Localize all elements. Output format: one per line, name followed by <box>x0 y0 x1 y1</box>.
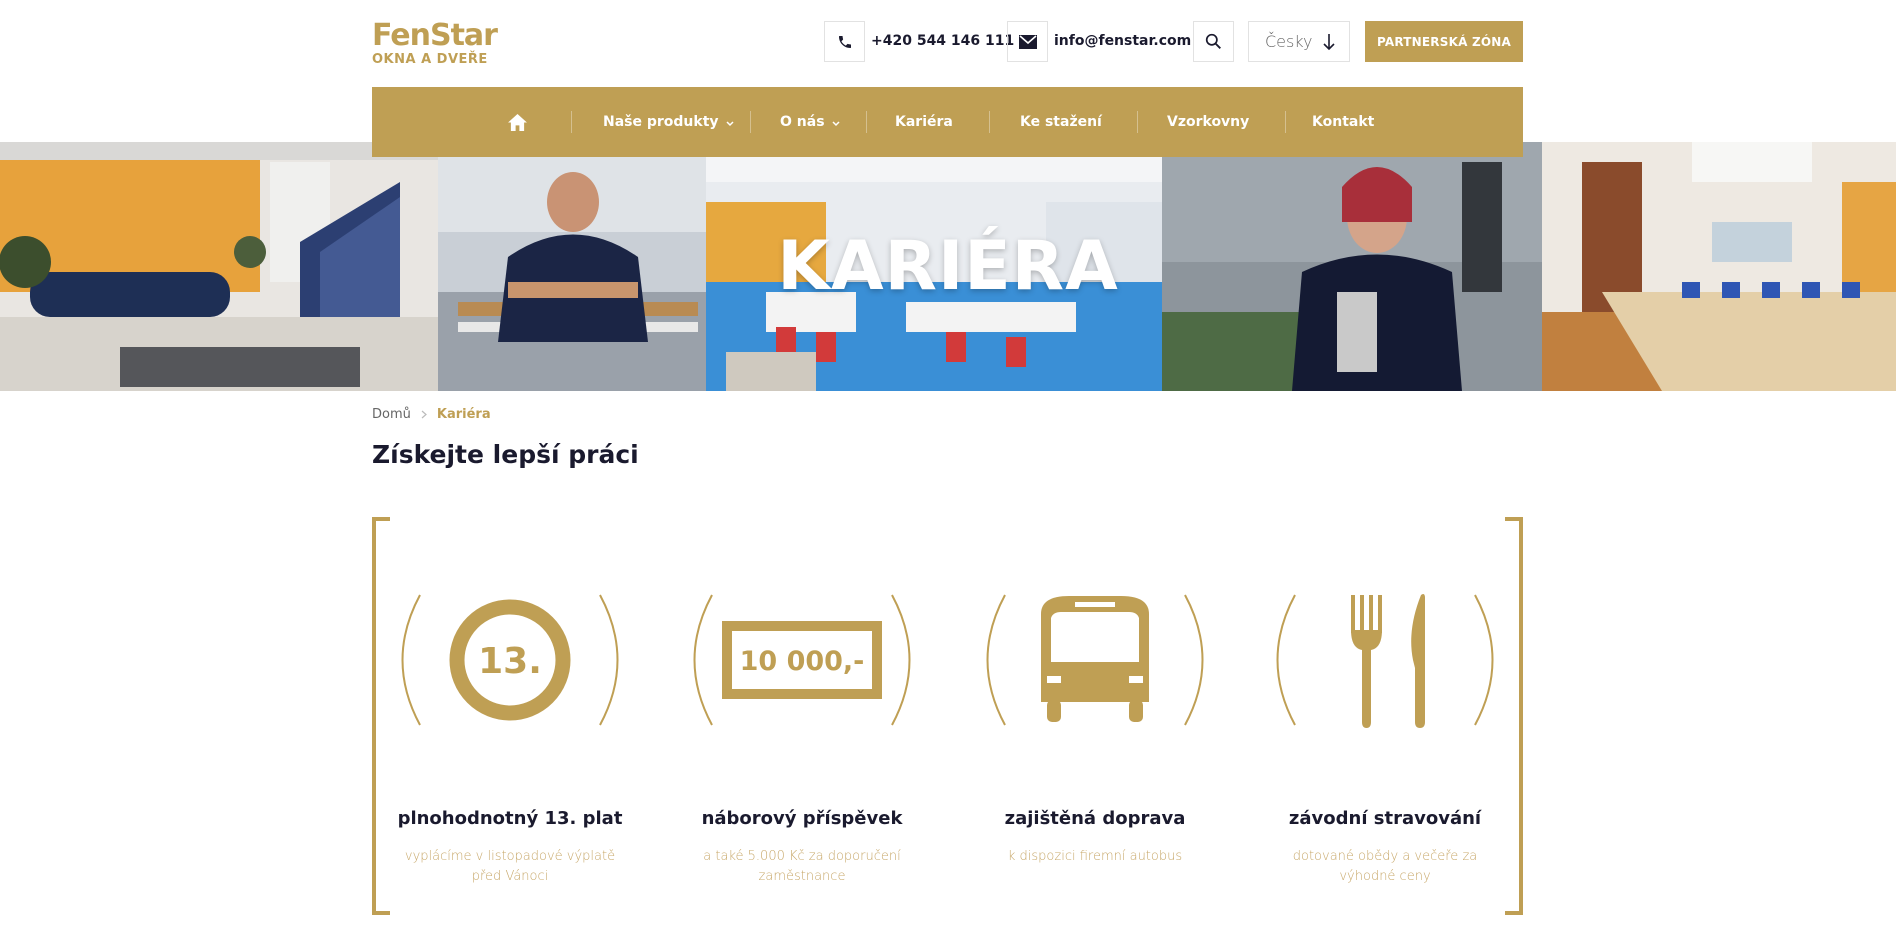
nav-item-downloads[interactable]: Ke stažení <box>1020 87 1102 157</box>
bracket-left <box>372 517 390 915</box>
email-link[interactable]: info@fenstar.com <box>1054 31 1191 51</box>
bracket-right <box>1505 517 1523 915</box>
breadcrumb-current: Kariéra <box>436 407 491 422</box>
language-label: Česky <box>1265 32 1313 51</box>
home-icon <box>508 113 527 131</box>
brand-tagline: OKNA A DVEŘE <box>372 52 488 67</box>
breadcrumb: Domů Kariéra <box>372 407 491 422</box>
benefit-canteen: závodní stravování dotované obědy a veče… <box>1265 590 1505 884</box>
nav-separator <box>1137 111 1138 133</box>
banknote-icon: 10 000,- <box>693 594 911 726</box>
nav-item-label: O nás <box>780 114 825 130</box>
brand-name: FenStar <box>372 18 498 53</box>
chevron-down-icon <box>726 120 734 126</box>
nav-separator <box>866 111 867 133</box>
phone-link[interactable]: +420 544 146 111 <box>871 31 1014 51</box>
badge-13-label: 13. <box>478 641 542 682</box>
benefit-desc: dotované obědy a večeře za výhodné ceny <box>1292 849 1478 884</box>
nav-item-showrooms[interactable]: Vzorkovny <box>1167 87 1249 157</box>
nav-separator <box>1285 111 1286 133</box>
search-icon <box>1205 33 1221 49</box>
badge-13-icon: 13. <box>401 594 619 726</box>
chevron-right-icon <box>421 410 427 419</box>
partner-zone-button[interactable]: PARTNERSKÁ ZÓNA <box>1365 21 1523 62</box>
phone-icon <box>838 35 851 48</box>
nav-separator <box>571 111 572 133</box>
benefit-recruitment-bonus: 10 000,- náborový příspěvek a také 5.000… <box>682 590 922 884</box>
benefit-desc: vyplácíme v listopadové výplatě před Ván… <box>404 849 616 884</box>
breadcrumb-home[interactable]: Domů <box>372 407 411 422</box>
nav-home[interactable] <box>508 87 527 157</box>
nav-item-contact[interactable]: Kontakt <box>1312 87 1374 157</box>
hero-title: KARIÉRA <box>777 227 1119 306</box>
envelope-icon <box>1018 34 1037 49</box>
nav-item-about[interactable]: O nás <box>780 87 840 157</box>
email-icon-box[interactable] <box>1007 21 1048 62</box>
page-title: Získejte lepší práci <box>372 440 639 469</box>
phone-icon-box[interactable] <box>824 21 865 62</box>
search-button[interactable] <box>1193 21 1234 62</box>
brand-logo[interactable]: FenStar OKNA A DVEŘE <box>372 18 498 68</box>
benefit-desc: a také 5.000 Kč za doporučení zaměstnanc… <box>703 849 901 884</box>
arrow-down-icon <box>1323 34 1335 51</box>
nav-separator <box>989 111 990 133</box>
nav-item-label: Naše produkty <box>603 114 719 130</box>
benefit-13th-salary: 13. plnohodnotný 13. plat vyplácíme v li… <box>390 590 630 884</box>
nav-item-career[interactable]: Kariéra <box>895 87 953 157</box>
benefit-title: závodní stravování <box>1288 808 1482 829</box>
benefit-title: plnohodnotný 13. plat <box>397 808 623 829</box>
benefit-transport: zajištěná doprava k dispozici firemní au… <box>975 590 1215 864</box>
main-nav: Naše produkty O nás Kariéra Ke stažení V… <box>372 87 1523 157</box>
nav-item-products[interactable]: Naše produkty <box>603 87 734 157</box>
benefit-title: zajištěná doprava <box>1004 808 1186 829</box>
bus-icon <box>986 594 1204 726</box>
fork-knife-icon <box>1276 594 1494 728</box>
benefit-title: náborový příspěvek <box>701 808 903 829</box>
chevron-down-icon <box>832 120 840 126</box>
nav-separator <box>750 111 751 133</box>
benefit-desc: k dispozici firemní autobus <box>1007 849 1183 864</box>
language-select[interactable]: Česky <box>1248 21 1350 62</box>
banknote-label: 10 000,- <box>740 646 865 677</box>
